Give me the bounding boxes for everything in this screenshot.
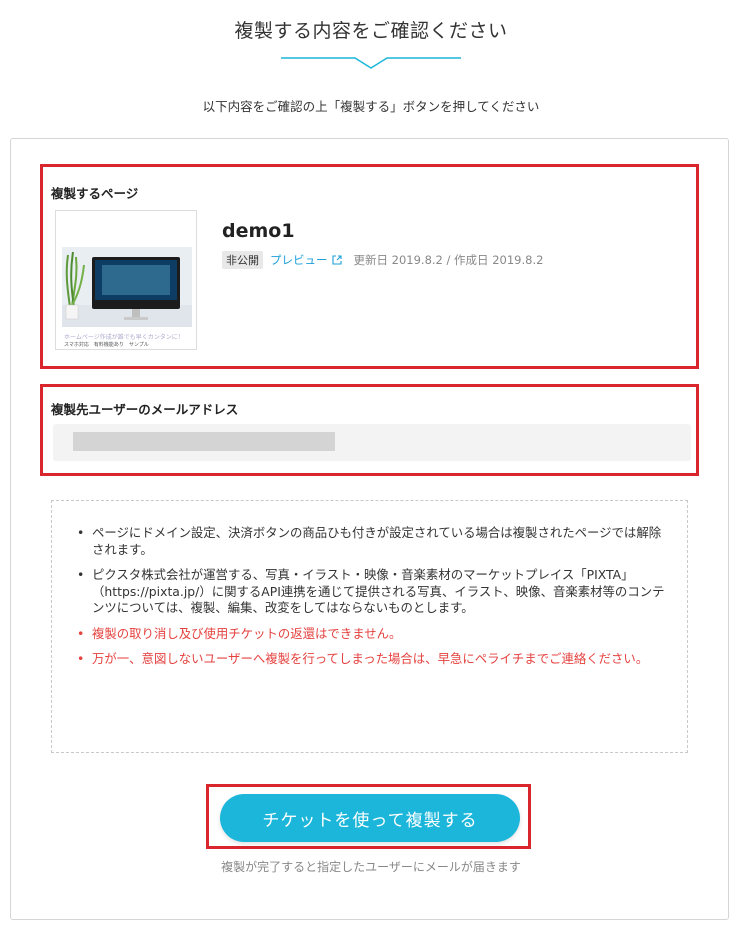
status-badge: 非公開: [222, 251, 263, 269]
page-meta: 非公開 プレビュー 更新日 2019.8.2 / 作成日 2019.8.2: [222, 251, 543, 269]
page-title: 複製する内容をご確認ください: [234, 20, 508, 42]
email-redaction: [73, 432, 335, 451]
notes-box: ページにドメイン設定、決済ボタンの商品ひも付きが設定されている場合は複製されたペ…: [51, 500, 688, 753]
button-note: 複製が完了すると指定したユーザーにメールが届きます: [221, 860, 521, 874]
notes-list: ページにドメイン設定、決済ボタンの商品ひも付きが設定されている場合は複製されたペ…: [75, 525, 665, 677]
duplicate-with-ticket-button[interactable]: チケットを使って複製する: [220, 794, 520, 842]
title-divider: [281, 57, 461, 69]
warning-note-item: 万が一、意図しないユーザーへ複製を行ってしまった場合は、早急にペライチまでご連絡…: [75, 651, 665, 668]
note-item: ピクスタ株式会社が運営する、写真・イラスト・映像・音楽素材のマーケットプレイス「…: [75, 567, 665, 617]
page-thumbnail: ホームページ作成が誰でも早くカンタンに！ スマホ対応 有料機能あり サンプル: [55, 210, 197, 350]
note-item: ページにドメイン設定、決済ボタンの商品ひも付きが設定されている場合は複製されたペ…: [75, 525, 665, 558]
warning-note-item: 複製の取り消し及び使用チケットの返還はできません。: [75, 626, 665, 643]
external-link-icon: [331, 255, 342, 265]
page-name: demo1: [222, 220, 295, 242]
page-section-label: 複製するページ: [51, 186, 139, 201]
preview-link[interactable]: プレビュー: [270, 252, 342, 268]
page-dates: 更新日 2019.8.2 / 作成日 2019.8.2: [353, 253, 544, 267]
thumbnail-caption: ホームページ作成が誰でも早くカンタンに！: [64, 334, 184, 341]
page-subtitle: 以下内容をご確認の上「複製する」ボタンを押してください: [202, 99, 540, 114]
email-section-label: 複製先ユーザーのメールアドレス: [51, 402, 239, 417]
thumbnail-subcaption: スマホ対応 有料機能あり サンプル: [64, 342, 149, 348]
thumbnail-image: [62, 247, 192, 327]
preview-link-label: プレビュー: [270, 253, 328, 267]
